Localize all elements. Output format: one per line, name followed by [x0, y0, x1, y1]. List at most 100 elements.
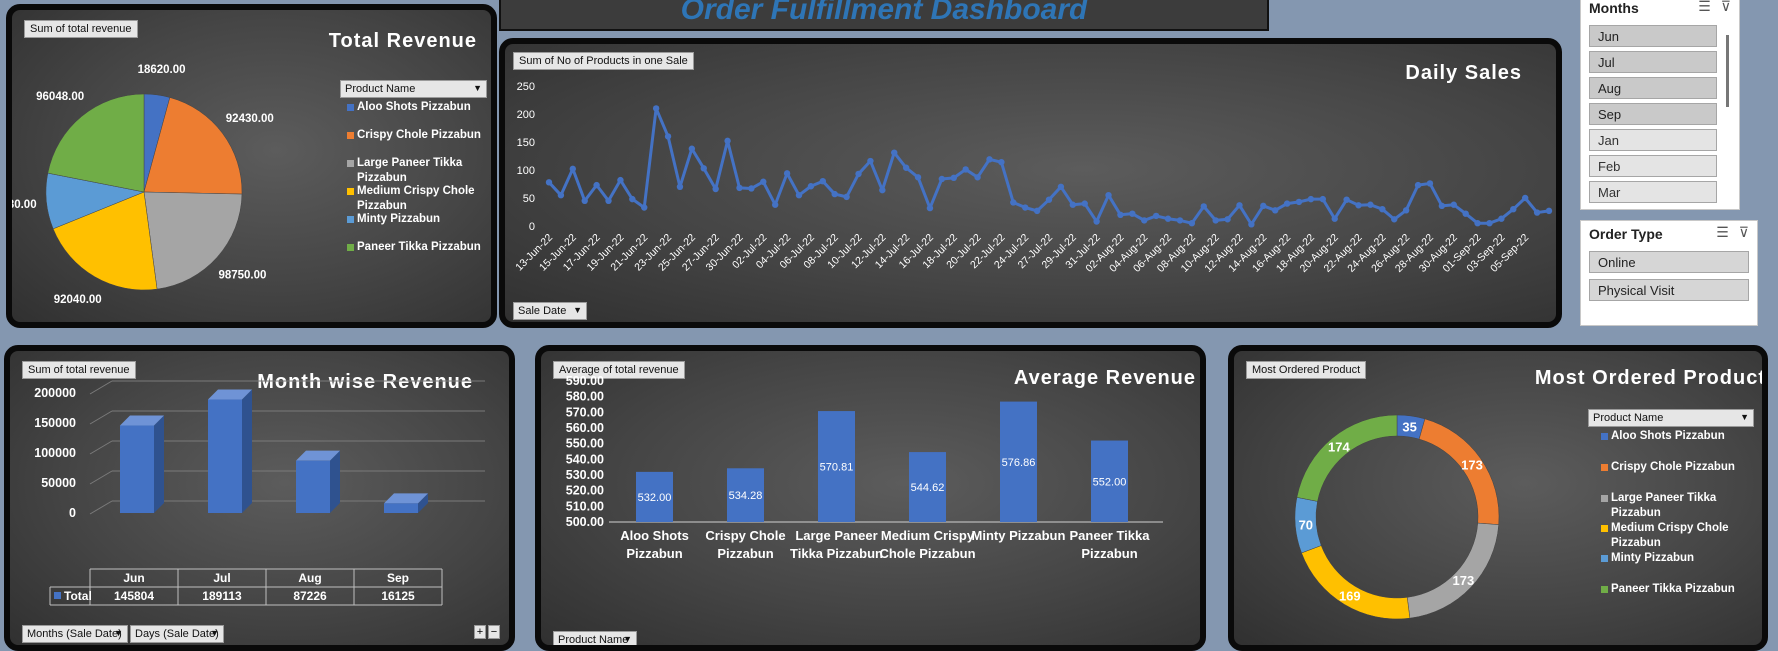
- data-point: [664, 133, 672, 140]
- scrollbar[interactable]: [1726, 35, 1729, 107]
- slicer-item-sep[interactable]: Sep: [1589, 103, 1717, 125]
- slicer-item-mar[interactable]: Mar: [1589, 181, 1717, 203]
- y-tick-label: 0: [529, 221, 535, 233]
- data-point: [1033, 207, 1041, 215]
- y-tick-label: 200000: [34, 386, 76, 400]
- legend-label: Large Paneer Tikka Pizzabun: [357, 157, 463, 184]
- legend-label: Aloo Shots Pizzabun: [1611, 430, 1725, 442]
- data-point: [1045, 196, 1053, 203]
- data-point: [1236, 202, 1243, 209]
- expand-field-button[interactable]: +: [474, 625, 486, 639]
- multi-select-icon[interactable]: ☰: [1698, 0, 1711, 14]
- collapse-field-button[interactable]: −: [488, 625, 500, 639]
- slicer-item-jun[interactable]: Jun: [1589, 25, 1717, 47]
- y-tick-label: 50: [523, 193, 535, 205]
- legend-label: Minty Pizzabun: [1611, 552, 1695, 564]
- data-label: 534.28: [729, 490, 763, 502]
- slicer-item-jan[interactable]: Jan: [1589, 129, 1717, 151]
- x-tick-label: Pizzabun: [626, 546, 682, 561]
- avg-revenue-bar-chart: 500.00 510.00520.00 530.00 540.00550.00 560.…: [566, 374, 1163, 561]
- slicer-item-physical-visit[interactable]: Physical Visit: [1589, 279, 1749, 301]
- month-revenue-axis-button-months[interactable]: Months (Sale Date) ▼: [22, 625, 128, 643]
- x-tick-label: Jul: [213, 571, 230, 585]
- legend-swatch: [347, 244, 354, 251]
- daily-sales-axis-button[interactable]: Sale Date ▼: [513, 302, 587, 320]
- data-label: 576.86: [1002, 457, 1036, 469]
- multi-select-icon[interactable]: ☰: [1716, 224, 1729, 240]
- bar: [208, 399, 242, 513]
- legend-item: Aloo Shots Pizzabun: [1601, 429, 1762, 444]
- data-point: [855, 170, 862, 178]
- legend-swatch: [347, 104, 354, 111]
- order-type-slicer-title: Order Type: [1589, 226, 1663, 242]
- data-point: [902, 164, 910, 171]
- legend-label: Paneer Tikka Pizzabun: [357, 241, 481, 253]
- data-point: [879, 186, 886, 194]
- data-point: [557, 192, 565, 199]
- month-revenue-axis-button-days[interactable]: Days (Sale Date) ▼: [130, 625, 224, 643]
- data-point: [1521, 194, 1529, 202]
- data-label: 35: [1402, 419, 1416, 434]
- data-point: [771, 201, 779, 208]
- legend-item: Crispy Chole Pizzabun: [1601, 460, 1762, 475]
- y-tick-label: 530.00: [566, 468, 604, 482]
- data-label: 173: [1452, 573, 1474, 588]
- legend-label: Crispy Chole Pizzabun: [357, 129, 481, 141]
- bar: [296, 460, 330, 513]
- data-point: [1129, 210, 1136, 217]
- most-ordered-filter-button[interactable]: Product Name ▼: [1588, 409, 1754, 427]
- legend-item: Large Paneer Tikka Pizzabun: [1601, 491, 1762, 521]
- data-point: [629, 195, 636, 203]
- data-label: 98750.00: [218, 270, 266, 282]
- data-point: [1212, 217, 1219, 224]
- clear-filter-icon[interactable]: ⊽: [1721, 0, 1731, 14]
- data-point: [831, 190, 838, 198]
- x-tick-label: Crispy Chole: [705, 528, 785, 543]
- data-point: [1438, 202, 1446, 210]
- slicer-item-feb[interactable]: Feb: [1589, 155, 1717, 177]
- data-point: [1319, 195, 1327, 203]
- data-point: [926, 204, 934, 212]
- month-revenue-panel: Sum of total revenue Month wise Revenue …: [4, 345, 515, 651]
- y-tick-label: 100: [517, 165, 535, 177]
- legend-swatch: [1601, 586, 1608, 593]
- y-tick-label: 150: [517, 137, 535, 149]
- dashboard-title: Order Fulfillment Dashboard: [680, 0, 1088, 26]
- legend-label: Crispy Chole Pizzabun: [1611, 461, 1735, 473]
- data-point: [605, 197, 612, 204]
- data-point: [1081, 200, 1088, 207]
- months-slicer-title: Months: [1589, 0, 1639, 16]
- data-label: 532.00: [638, 492, 672, 504]
- y-tick-label: 150000: [34, 416, 76, 430]
- table-value: 145804: [114, 589, 154, 603]
- x-tick-label: Tikka Pizzabun: [790, 546, 883, 561]
- clear-filter-icon[interactable]: ⊽: [1739, 224, 1749, 240]
- bar-side: [242, 389, 252, 513]
- total-revenue-filter-button[interactable]: Product Name ▼: [340, 80, 487, 98]
- data-point: [688, 145, 696, 152]
- legend-item: Minty Pizzabun: [1601, 551, 1762, 566]
- most-ordered-filter-label: Product Name: [1593, 412, 1664, 424]
- y-tick-label: 570.00: [566, 405, 604, 419]
- data-point: [545, 179, 553, 186]
- donut-slice: [1418, 418, 1500, 525]
- legend-swatch: [1601, 555, 1608, 562]
- most-ordered-legend: Aloo Shots Pizzabun Crispy Chole Pizzabun…: [1601, 429, 1762, 613]
- months-slicer: Months ☰ ⊽ Jun Jul Aug Sep Jan Feb Mar: [1580, 0, 1740, 210]
- data-point: [1379, 206, 1386, 213]
- avg-revenue-axis-button[interactable]: Product Name ▼: [553, 631, 637, 645]
- slicer-item-jul[interactable]: Jul: [1589, 51, 1717, 73]
- slicer-item-online[interactable]: Online: [1589, 251, 1749, 273]
- table-value: 87226: [293, 589, 327, 603]
- data-point: [1271, 207, 1279, 214]
- y-tick-label: 550.00: [566, 437, 604, 451]
- table-value: 189113: [202, 589, 242, 603]
- legend-swatch: [1601, 464, 1608, 471]
- slicer-item-aug[interactable]: Aug: [1589, 77, 1717, 99]
- data-point: [950, 174, 957, 182]
- data-point: [748, 185, 755, 192]
- legend-label: Medium Crispy Chole Pizzabun: [1611, 522, 1729, 549]
- data-point: [617, 176, 624, 184]
- data-label: 552.00: [1093, 476, 1127, 488]
- data-point: [581, 197, 588, 204]
